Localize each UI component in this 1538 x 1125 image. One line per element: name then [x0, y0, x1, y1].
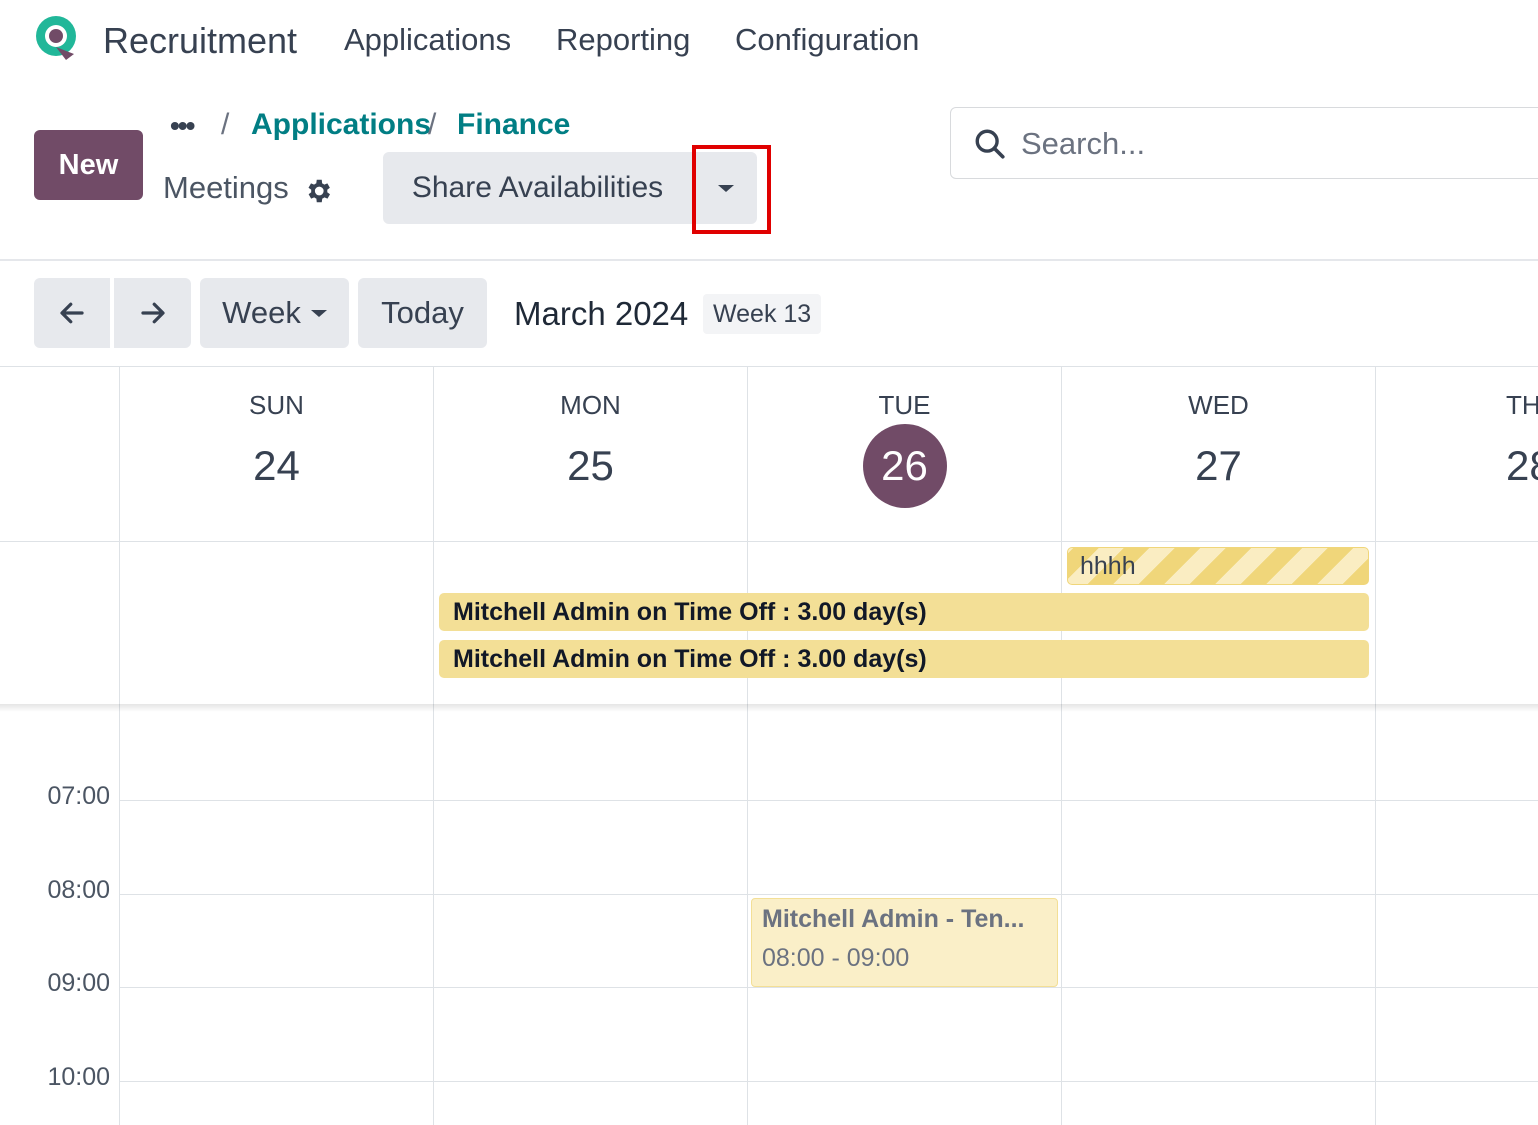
breadcrumb-separator: / [221, 108, 230, 141]
breadcrumb-separator: / [428, 108, 437, 141]
time-label: 10:00 [47, 1063, 110, 1091]
breadcrumb-applications[interactable]: Applications [251, 108, 431, 142]
search-icon [975, 129, 1005, 159]
nav-reporting[interactable]: Reporting [556, 22, 690, 58]
arrow-left-icon [60, 302, 84, 324]
caret-down-icon [310, 309, 327, 317]
today-button[interactable]: Today [358, 278, 487, 348]
share-dropdown-toggle[interactable] [692, 152, 757, 224]
arrow-right-icon [140, 302, 165, 324]
day-number: 25 [567, 442, 614, 489]
search-bar[interactable] [950, 107, 1538, 179]
nav-applications[interactable]: Applications [344, 22, 511, 58]
event-time: 08:00 - 09:00 [762, 944, 910, 972]
event-title: Mitchell Admin - Ten... [762, 905, 1025, 933]
time-label: 09:00 [47, 969, 110, 997]
scale-dropdown[interactable]: Week [200, 278, 349, 348]
day-number: 28 [1506, 442, 1538, 489]
top-navbar: Recruitment Applications Reporting Confi… [0, 0, 1538, 82]
breadcrumb-finance[interactable]: Finance [457, 108, 570, 142]
breadcrumb-more[interactable]: ••• [170, 110, 195, 142]
hour-line [120, 800, 1538, 801]
day-name: TH [1506, 390, 1538, 420]
day-header-sun[interactable]: SUN 24 [120, 366, 433, 541]
day-number: 24 [253, 442, 300, 489]
share-availabilities-button[interactable]: Share Availabilities [383, 152, 692, 224]
all-day-event[interactable]: Mitchell Admin on Time Off : 3.00 day(s) [439, 640, 1369, 678]
app-title[interactable]: Recruitment [103, 20, 297, 62]
all-day-separator [0, 541, 1538, 542]
week-badge: Week 13 [703, 294, 822, 334]
view-title: Meetings [163, 170, 289, 205]
search-input[interactable] [1021, 120, 1521, 168]
time-label: 08:00 [47, 876, 110, 904]
next-button[interactable] [114, 278, 191, 348]
header-divider [0, 259, 1538, 261]
day-header-mon[interactable]: MON 25 [434, 366, 747, 541]
share-availabilities-group: Share Availabilities [383, 152, 757, 224]
gear-icon[interactable] [303, 176, 333, 206]
all-day-event[interactable]: hhhh [1067, 547, 1369, 585]
day-name: WED [1188, 390, 1249, 420]
recruitment-app-icon[interactable] [32, 14, 80, 62]
day-name: MON [560, 390, 621, 420]
day-number: 27 [1195, 442, 1242, 489]
hour-line [120, 1081, 1538, 1082]
nav-configuration[interactable]: Configuration [735, 22, 919, 58]
day-header-thu[interactable]: TH 28 [1376, 366, 1538, 541]
calendar-title: March 2024 [514, 295, 689, 332]
scale-label: Week [222, 295, 301, 330]
previous-button[interactable] [34, 278, 110, 348]
all-day-shadow [0, 704, 1538, 712]
new-button[interactable]: New [34, 130, 143, 200]
calendar-event[interactable]: Mitchell Admin - Ten... 08:00 - 09:00 [751, 898, 1058, 987]
day-number-today: 26 [862, 424, 947, 508]
all-day-event[interactable]: Mitchell Admin on Time Off : 3.00 day(s) [439, 593, 1369, 631]
time-label: 07:00 [47, 782, 110, 810]
hour-line [120, 894, 1538, 895]
day-header-wed[interactable]: WED 27 [1062, 366, 1375, 541]
day-name: TUE [878, 390, 931, 420]
day-header-tue[interactable]: TUE 26 [748, 366, 1061, 541]
day-name: SUN [249, 390, 304, 420]
hour-line [120, 987, 1538, 988]
